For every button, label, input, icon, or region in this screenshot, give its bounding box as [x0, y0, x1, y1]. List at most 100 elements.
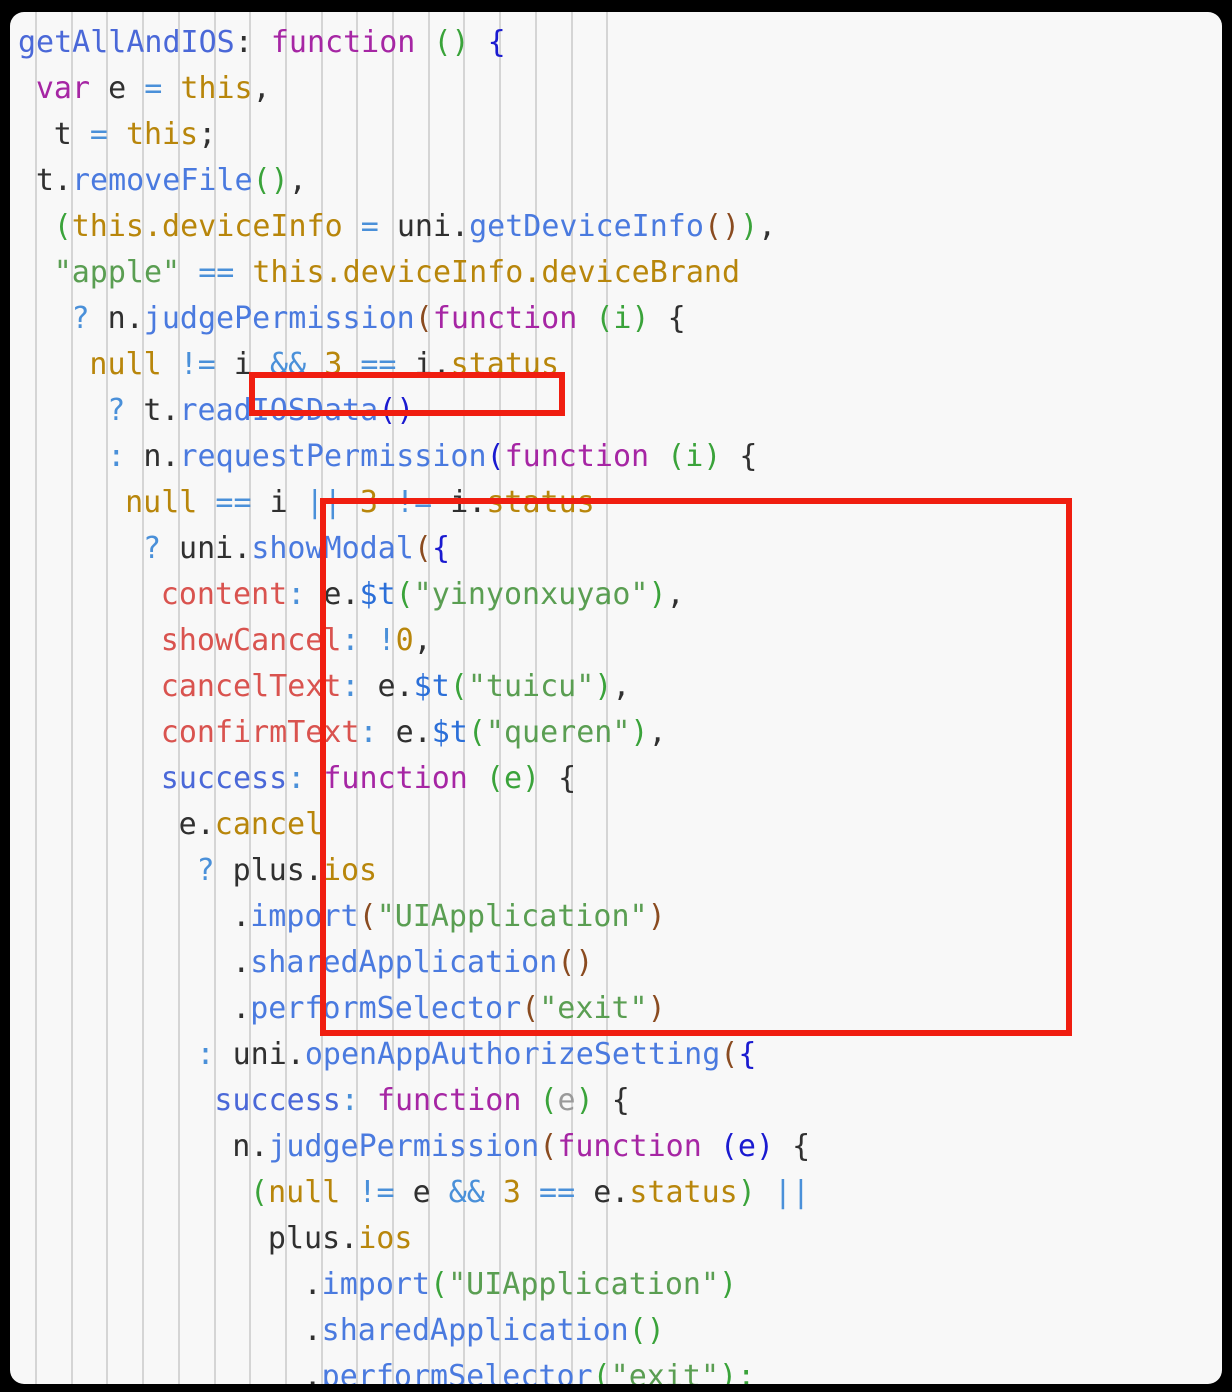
token-prop: null [125, 485, 198, 520]
code-line-1: getAllAndIOS: function () { [18, 20, 506, 66]
code-line-8: null != i && 3 == i.status [89, 342, 559, 388]
token-fn: judgePermission [268, 1129, 540, 1164]
token-op: = [144, 71, 163, 106]
token-fn: performSelector [321, 1359, 593, 1384]
token-plain: e. [305, 577, 360, 612]
token-plain: . [232, 991, 251, 1026]
token-op: || [305, 485, 342, 520]
token-dollar: $t [359, 577, 396, 612]
token-str: "UIApplication" [448, 1267, 720, 1302]
token-plain: { [558, 761, 577, 796]
code-line-21: .sharedApplication() [232, 940, 593, 986]
token-salmon: content [160, 577, 288, 612]
token-num: 3 [502, 1175, 521, 1210]
token-op: == [215, 485, 252, 520]
code-line-9: ? t.readIOSData() [107, 388, 414, 434]
token-prop: this.deviceInfo [71, 209, 343, 244]
token-key: getAllAndIOS [18, 25, 235, 60]
token-plain: . [232, 899, 251, 934]
token-plain: { [792, 1129, 811, 1164]
token-op: : [287, 577, 306, 612]
token-plain: i [215, 347, 271, 382]
token-paren: () [628, 1313, 665, 1348]
token-gray: e [557, 1083, 576, 1118]
token-op: = [360, 209, 379, 244]
token-paren: ) [719, 1359, 738, 1384]
token-prop: null [268, 1175, 341, 1210]
token-num: 0 [395, 623, 414, 658]
token-plain: . [232, 945, 251, 980]
token-salmon: showCancel [160, 623, 342, 658]
token-prop: ios [322, 853, 378, 888]
token-paren: ) [648, 577, 667, 612]
token-plain: , [612, 669, 631, 704]
token-paren: ) [737, 1175, 756, 1210]
token-paren: () [433, 25, 470, 60]
code-line-24: success: function (e) { [214, 1078, 629, 1124]
token-brace: { [487, 25, 506, 60]
token-str: "apple" [53, 255, 181, 290]
code-line-29: .sharedApplication() [304, 1308, 665, 1354]
token-fn: performSelector [250, 991, 522, 1026]
code-line-10: : n.requestPermission(function (i) { [107, 434, 757, 480]
token-kw: function [270, 25, 416, 60]
token-kw: function [432, 301, 578, 336]
token-fn: sharedApplication [321, 1313, 629, 1348]
token-str: "queren" [485, 715, 631, 750]
token-paren: ; [737, 1359, 756, 1384]
token-plain: uni. [161, 531, 252, 566]
code-line-25: n.judgePermission(function (e) { [232, 1124, 810, 1170]
code-line-28: .import("UIApplication") [304, 1262, 738, 1308]
token-plain: { [739, 439, 758, 474]
token-prop: status [629, 1175, 738, 1210]
token-paren2: ( [413, 531, 432, 566]
token-fn: removeFile [71, 163, 253, 198]
token-prop: this.deviceInfo.deviceBrand [252, 255, 741, 290]
code-line-15: cancelText: e.$t("tuicu"), [161, 664, 631, 710]
token-paren: ) [594, 669, 613, 704]
token-prop: status [450, 347, 560, 382]
token-prop: ios [358, 1221, 413, 1256]
token-str: "tuicu" [467, 669, 595, 704]
token-paren: (e) [485, 761, 541, 796]
token-key: success [160, 761, 288, 796]
token-plain: , [252, 71, 271, 106]
token-op: ? [107, 393, 126, 428]
token-plain: uni. [214, 1037, 305, 1072]
token-num: 3 [324, 347, 343, 382]
token-plain: plus. [214, 853, 323, 888]
token-paren: ( [395, 577, 414, 612]
token-plain: e. [377, 715, 432, 750]
code-line-27: plus.ios [268, 1216, 413, 1262]
token-op: : [341, 669, 360, 704]
token-prop: this [125, 117, 199, 152]
token-fn: sharedApplication [250, 945, 558, 980]
code-line-26: (null != e && 3 == e.status) || [250, 1170, 810, 1216]
code-line-18: e.cancel [179, 802, 324, 848]
token-plain: uni. [396, 209, 470, 244]
code-line-17: success: function (e) { [161, 756, 576, 802]
token-op: ? [142, 531, 161, 566]
token-plain: { [611, 1083, 630, 1118]
token-dollar: $t [413, 669, 450, 704]
token-plain: , [648, 715, 667, 750]
token-plain: e [90, 71, 145, 106]
token-plain: e. [575, 1175, 630, 1210]
token-brace: () [378, 393, 415, 428]
token-str: "exit" [539, 991, 648, 1026]
token-kw: function [557, 1129, 702, 1164]
